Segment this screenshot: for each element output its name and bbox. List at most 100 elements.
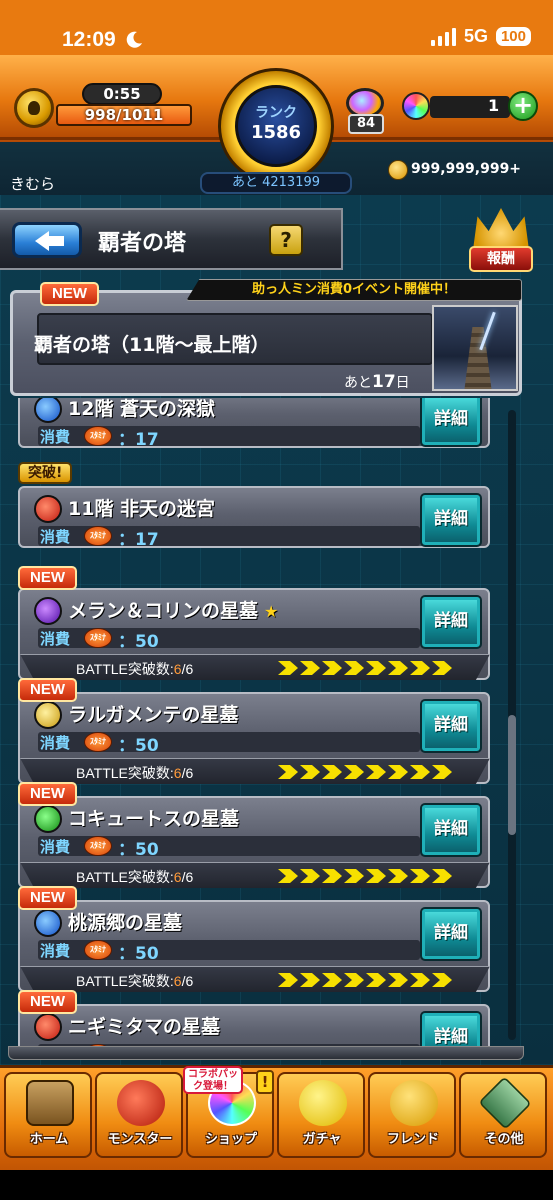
progress-chevron bbox=[410, 973, 430, 987]
cost-value: ：50 bbox=[118, 840, 159, 860]
add-orb-button[interactable]: + bbox=[508, 91, 538, 121]
quest-row[interactable]: 12階 蒼天の深獄 消費 ｽﾀﾐﾅ ：17 詳細 bbox=[18, 398, 490, 450]
home-icon bbox=[26, 1080, 74, 1126]
stamina-bar[interactable]: 998/1011 bbox=[56, 104, 192, 126]
quest-body: ニギミタマの星墓消費ｽﾀﾐﾅ：50 bbox=[20, 1006, 424, 1050]
progress-chevron bbox=[344, 973, 364, 987]
stamina-tag-icon: ｽﾀﾐﾅ bbox=[84, 836, 112, 856]
quest-row[interactable]: コキュートスの星墓 消費 ｽﾀﾐﾅ ：50 詳細 BATTLE突破数:6/6 bbox=[18, 796, 490, 888]
quest-list[interactable]: 12階 蒼天の深獄 消費 ｽﾀﾐﾅ ：17 詳細 11階 非天の迷宮 消費 ｽﾀﾐﾅ ：17 詳細… bbox=[0, 398, 553, 1050]
event-banner: 助っ人ミン消費0イベント開催中！ bbox=[186, 279, 522, 301]
progress-chevron bbox=[300, 869, 320, 883]
featured-new-badge: NEW bbox=[40, 282, 99, 306]
rank-label: ランク bbox=[255, 105, 297, 121]
battle-done: 6 bbox=[173, 661, 182, 677]
detail-button[interactable]: 詳細 bbox=[420, 595, 482, 649]
nav-gacha-label: ガチャ bbox=[302, 1132, 342, 1147]
remaining-unit: 日 bbox=[395, 375, 410, 391]
quest-name: コキュートスの星墓 bbox=[68, 804, 239, 831]
detail-button[interactable]: 詳細 bbox=[420, 493, 482, 547]
nav-home[interactable]: ホーム bbox=[4, 1072, 92, 1158]
progress-chevron bbox=[432, 973, 452, 987]
cost-value: ：17 bbox=[118, 430, 159, 450]
quest-name-text: コキュートスの星墓 bbox=[68, 808, 240, 830]
battle-progress: BATTLE突破数:6/6 bbox=[20, 758, 490, 784]
stamina-icon[interactable] bbox=[14, 88, 54, 128]
cost-value: ：50 bbox=[118, 632, 159, 652]
element-icon bbox=[34, 909, 62, 937]
quest-body: コキュートスの星墓消費 ｽﾀﾐﾅ ：50 bbox=[20, 798, 424, 860]
progress-chevron bbox=[300, 765, 320, 779]
network-type: 5G bbox=[463, 26, 488, 46]
battery-icon: 100 bbox=[495, 27, 531, 46]
monster-icon bbox=[117, 1080, 165, 1126]
cost-label: 消費 bbox=[40, 428, 71, 446]
rank-badge[interactable]: ランク 1586 bbox=[218, 68, 334, 184]
progress-chevron bbox=[300, 661, 320, 675]
progress-chevron bbox=[322, 973, 342, 987]
progress-chevron bbox=[388, 765, 408, 779]
back-button[interactable] bbox=[12, 222, 82, 258]
progress-chevron bbox=[366, 765, 386, 779]
progress-chevron bbox=[344, 661, 364, 675]
coin-icon bbox=[388, 160, 408, 180]
element-icon bbox=[34, 701, 62, 729]
rank-inner: ランク 1586 bbox=[235, 85, 317, 167]
remaining-value: 17 bbox=[372, 372, 396, 392]
nav-gacha[interactable]: ガチャ bbox=[277, 1072, 365, 1158]
quest-row[interactable]: ニギミタマの星墓消費ｽﾀﾐﾅ：50詳細 bbox=[18, 1004, 490, 1050]
progress-chevron bbox=[366, 973, 386, 987]
battle-total: /6 bbox=[181, 869, 194, 885]
quest-row[interactable]: 11階 非天の迷宮 消費 ｽﾀﾐﾅ ：17 詳細 bbox=[18, 486, 490, 550]
progress-chevron bbox=[300, 973, 320, 987]
battle-label: BATTLE突破数: bbox=[76, 661, 174, 677]
battle-done: 6 bbox=[173, 973, 182, 989]
progress-chevron bbox=[366, 661, 386, 675]
nav-other[interactable]: その他 bbox=[459, 1072, 547, 1158]
nav-monster-label: モンスター bbox=[107, 1132, 173, 1147]
nav-monster[interactable]: モンスター bbox=[95, 1072, 183, 1158]
progress-chevron bbox=[278, 765, 298, 779]
quest-name: ニギミタマの星墓 bbox=[68, 1012, 220, 1039]
quest-row[interactable]: ラルガメンテの星墓 消費 ｽﾀﾐﾅ ：50 詳細 BATTLE突破数:6/6 bbox=[18, 692, 490, 784]
coin-value: 999,999,999+ bbox=[411, 161, 522, 177]
quest-body: メラン＆コリンの星墓 ★ 消費 ｽﾀﾐﾅ ：50 bbox=[20, 590, 424, 652]
cost-value: ：17 bbox=[118, 530, 159, 550]
detail-button[interactable]: 詳細 bbox=[420, 699, 482, 753]
element-icon bbox=[34, 805, 62, 833]
battle-progress-label: BATTLE突破数:6/6 bbox=[76, 763, 193, 783]
help-button[interactable]: ? bbox=[269, 224, 303, 256]
progress-chevron bbox=[366, 869, 386, 883]
nav-home-label: ホーム bbox=[29, 1132, 69, 1147]
cost-label: 消費 bbox=[40, 942, 71, 960]
friend-icon bbox=[390, 1080, 438, 1126]
scrollbar-thumb[interactable] bbox=[508, 715, 516, 835]
battle-progress-bar bbox=[278, 973, 452, 987]
element-icon bbox=[34, 495, 62, 523]
cost-label: 消費 bbox=[40, 838, 71, 856]
quest-row[interactable]: メラン＆コリンの星墓 ★ 消費 ｽﾀﾐﾅ ：50 詳細 BATTLE突破数:6/6 bbox=[18, 588, 490, 680]
quest-body: 桃源郷の星墓 消費 ｽﾀﾐﾅ ：50 bbox=[20, 902, 424, 964]
stamina-tag-icon: ｽﾀﾐﾅ bbox=[84, 732, 112, 752]
rank-next-exp: あと 4213199 bbox=[200, 172, 352, 194]
progress-chevron bbox=[388, 973, 408, 987]
moon-icon bbox=[126, 31, 142, 48]
quest-name-text: 11階 非天の迷宮 bbox=[68, 498, 216, 520]
gem-count: 84 bbox=[348, 114, 384, 134]
detail-button[interactable]: 詳細 bbox=[420, 398, 482, 447]
reward-button[interactable]: 報酬 bbox=[469, 208, 533, 272]
new-badge: NEW bbox=[18, 566, 77, 590]
detail-button[interactable]: 詳細 bbox=[420, 803, 482, 857]
nav-friend[interactable]: フレンド bbox=[368, 1072, 456, 1158]
detail-button[interactable]: 詳細 bbox=[420, 1011, 482, 1050]
quest-row[interactable]: 桃源郷の星墓 消費 ｽﾀﾐﾅ ：50 詳細 BATTLE突破数:6/6 bbox=[18, 900, 490, 992]
signal-icon bbox=[430, 27, 456, 46]
quest-name: 11階 非天の迷宮 bbox=[68, 494, 215, 521]
user-name: きむら bbox=[10, 175, 56, 193]
progress-chevron bbox=[344, 765, 364, 779]
system-nav-bar bbox=[0, 1170, 553, 1200]
reward-label: 報酬 bbox=[469, 246, 533, 272]
battle-progress: BATTLE突破数:6/6 bbox=[20, 654, 490, 680]
progress-chevron bbox=[322, 869, 342, 883]
detail-button[interactable]: 詳細 bbox=[420, 907, 482, 961]
